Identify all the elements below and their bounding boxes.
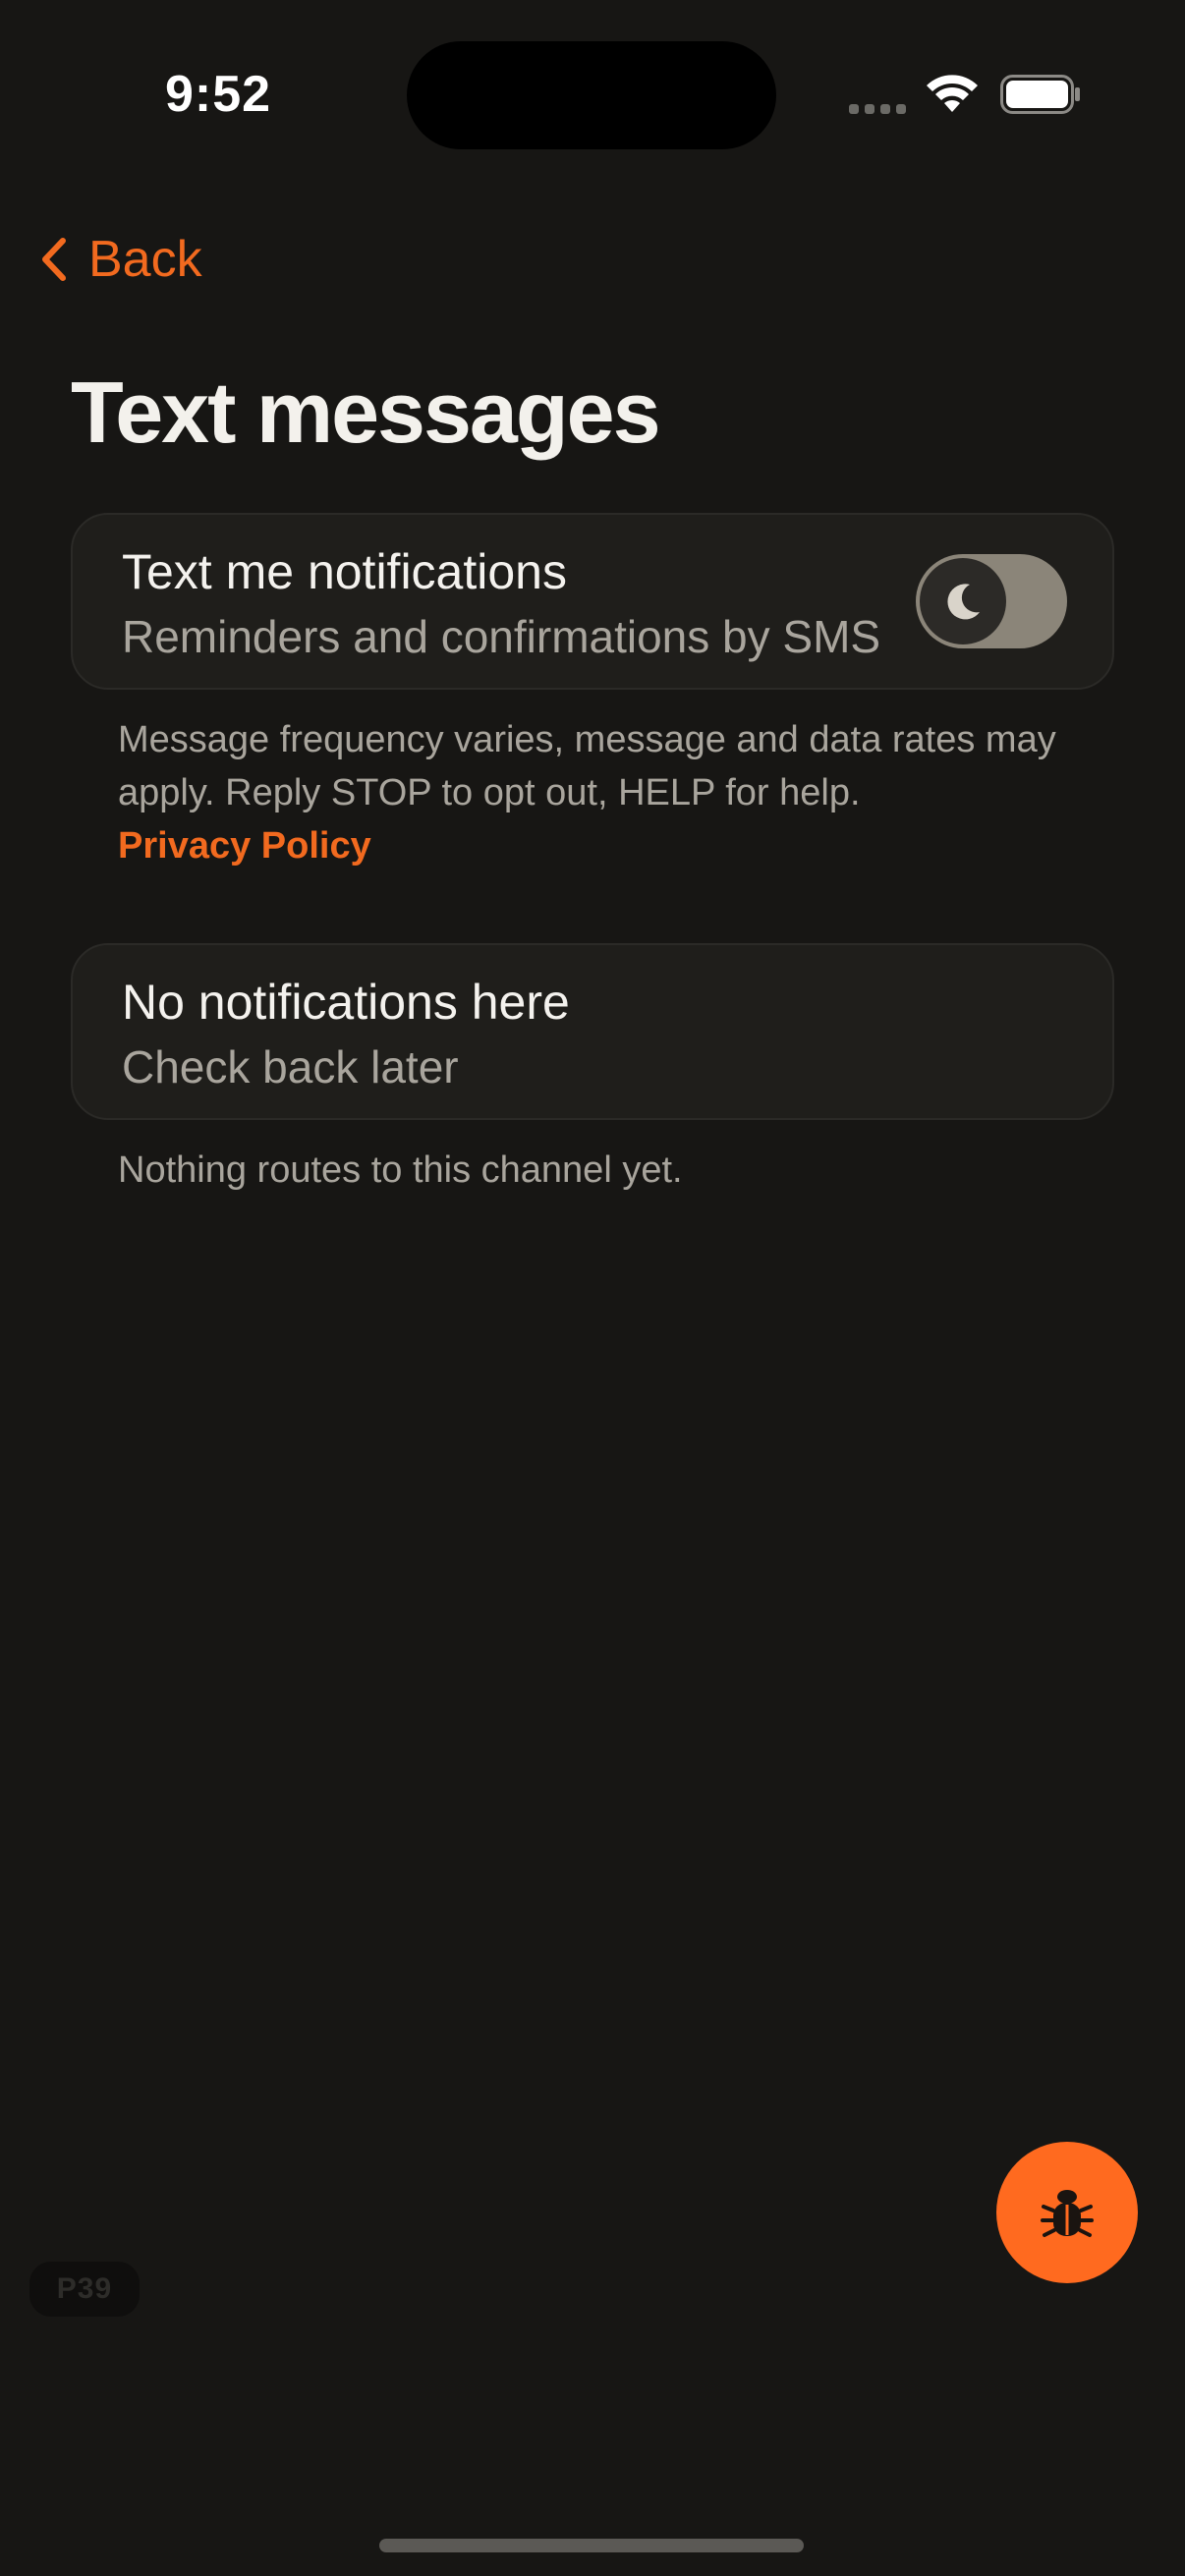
back-button[interactable]: Back xyxy=(39,224,202,295)
bug-icon xyxy=(1041,2190,1094,2237)
cellular-signal-icon xyxy=(849,104,908,116)
privacy-policy-link[interactable]: Privacy Policy xyxy=(118,825,371,867)
sms-disclaimer: Message frequency varies, message and da… xyxy=(118,713,1100,872)
empty-notifications-card: No notifications here Check back later xyxy=(71,943,1114,1120)
toggle-knob xyxy=(920,558,1006,644)
empty-card-title: No notifications here xyxy=(122,975,570,1030)
empty-channel-note: Nothing routes to this channel yet. xyxy=(118,1149,683,1191)
sms-notifications-card: Text me notifications Reminders and conf… xyxy=(71,513,1114,690)
page-title: Text messages xyxy=(71,364,661,461)
status-time: 9:52 xyxy=(165,66,272,123)
back-label: Back xyxy=(88,231,202,288)
sms-disclaimer-text: Message frequency varies, message and da… xyxy=(118,719,1056,813)
page-code-badge: P39 xyxy=(29,2262,140,2317)
sms-notifications-toggle[interactable] xyxy=(916,554,1067,648)
sms-card-title: Text me notifications xyxy=(122,544,567,599)
screen: 9:52 Back Text messages Text me notifica… xyxy=(0,0,1185,2576)
battery-icon xyxy=(1000,75,1080,114)
wifi-icon xyxy=(927,75,978,112)
bug-report-button[interactable] xyxy=(996,2142,1138,2283)
chevron-left-icon xyxy=(42,238,66,281)
dynamic-island xyxy=(407,41,776,149)
moon-icon xyxy=(947,584,980,620)
home-indicator[interactable] xyxy=(379,2539,804,2552)
empty-card-subtitle: Check back later xyxy=(122,1041,459,1092)
sms-card-subtitle: Reminders and confirmations by SMS xyxy=(122,611,881,662)
